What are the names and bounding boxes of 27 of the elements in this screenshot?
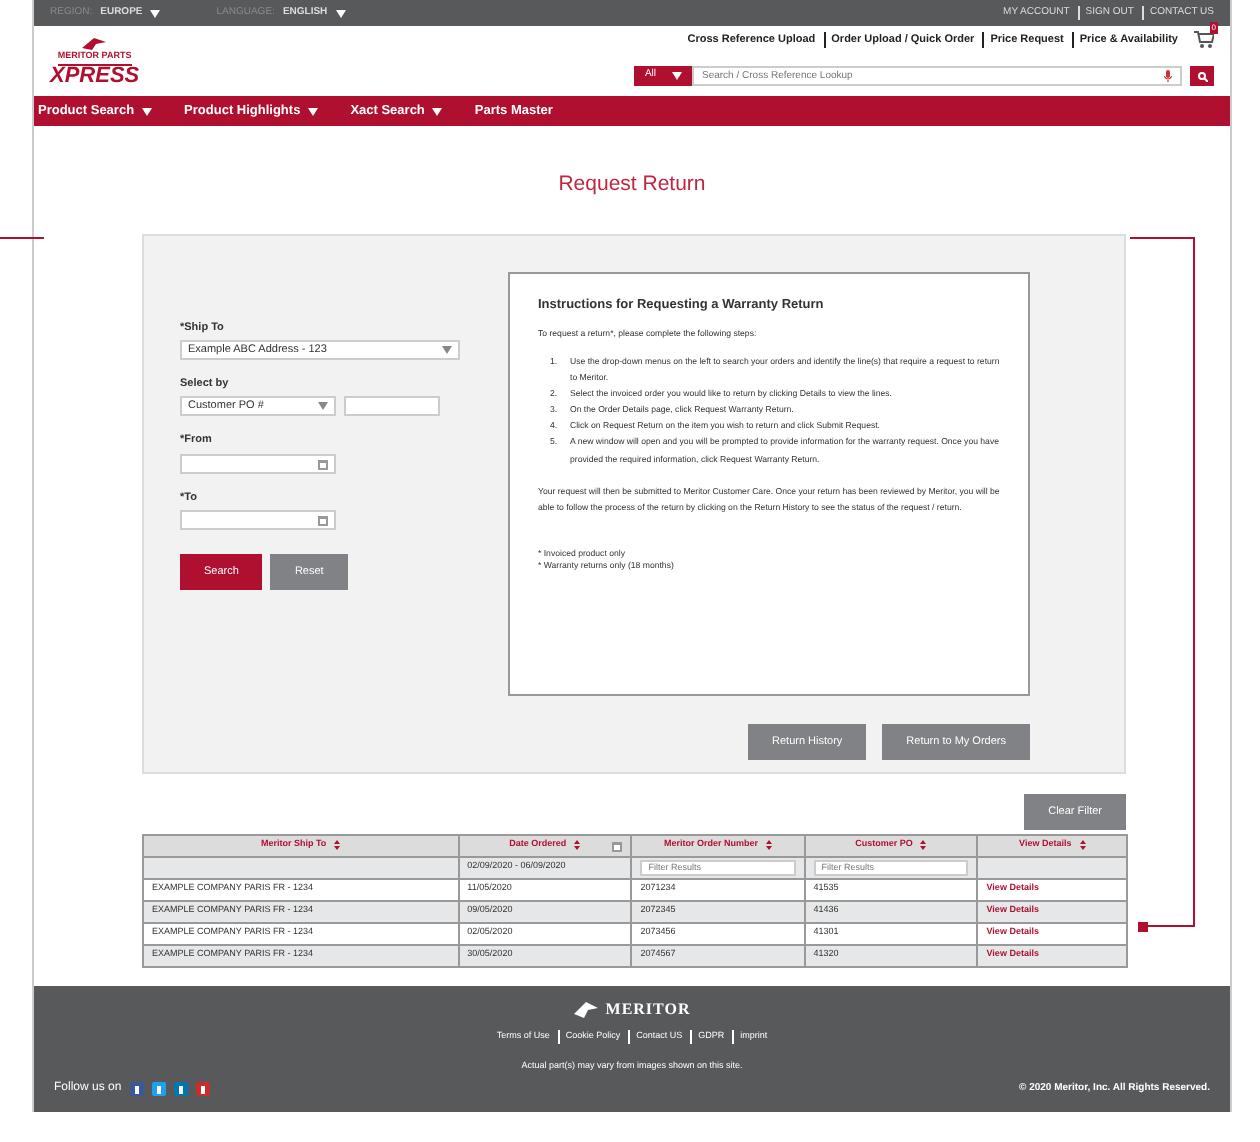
caret-icon xyxy=(432,107,443,115)
calendar-icon xyxy=(318,513,328,526)
calendar-icon xyxy=(318,457,328,469)
caret-icon xyxy=(318,402,328,411)
search-button[interactable] xyxy=(1190,66,1214,87)
caret-icon xyxy=(142,107,153,115)
cart-icon[interactable] xyxy=(1194,30,1214,48)
caret-icon xyxy=(308,107,319,115)
caret-icon xyxy=(442,346,452,354)
logo-text: XPRESS xyxy=(50,65,140,88)
logo-bird-icon xyxy=(573,1001,598,1018)
date-field[interactable] xyxy=(180,509,336,530)
sort-icon xyxy=(920,840,927,851)
date-field[interactable] xyxy=(180,453,336,473)
sort-icon xyxy=(574,840,581,851)
footer-brand: MERITOR xyxy=(605,997,691,1022)
caret-icon xyxy=(150,9,161,17)
sort-icon xyxy=(334,840,341,851)
search-icon xyxy=(1197,71,1207,82)
logo-bird-icon xyxy=(82,38,107,50)
caret-icon xyxy=(335,9,346,17)
caret-icon xyxy=(672,72,682,81)
select-by-field[interactable] xyxy=(344,396,440,417)
calendar-icon xyxy=(612,839,623,852)
sort-icon xyxy=(765,840,772,851)
page-title: Request Return xyxy=(556,170,708,200)
sort-icon xyxy=(1079,840,1086,851)
